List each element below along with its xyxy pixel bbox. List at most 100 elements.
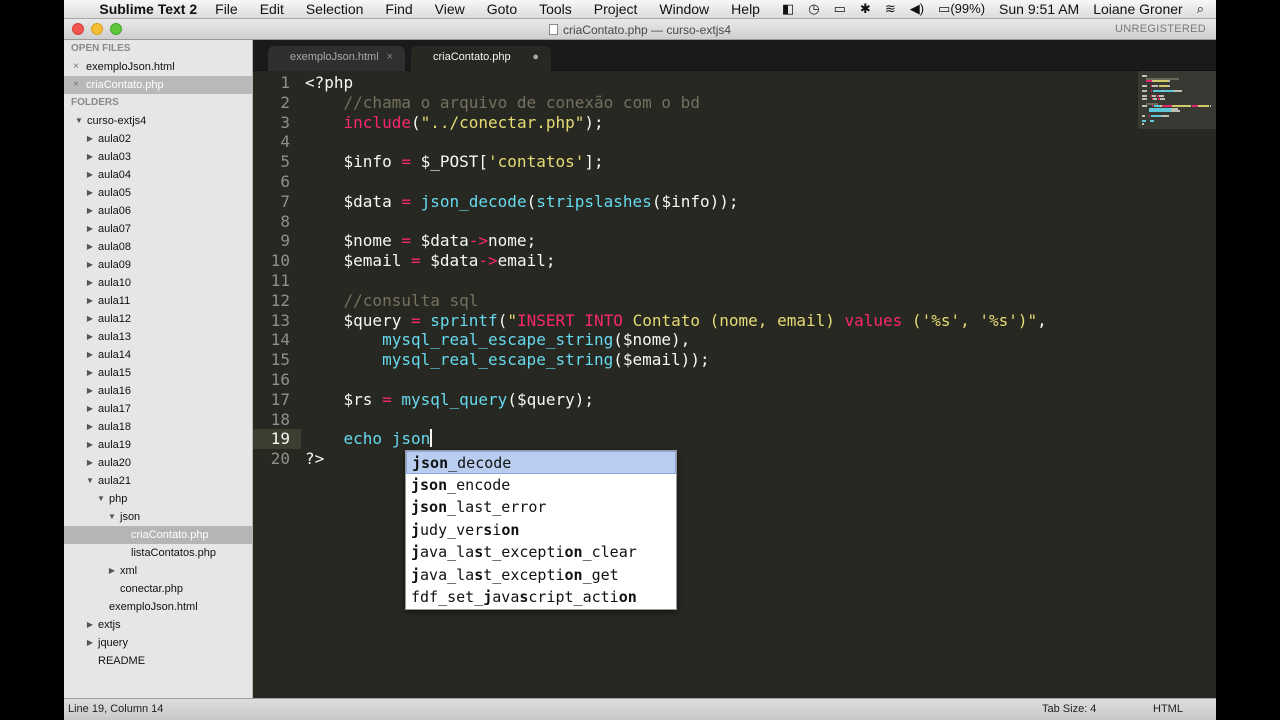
folder-item[interactable]: ▶ aula09	[64, 256, 252, 274]
folder-item[interactable]: ▶ jquery	[64, 634, 252, 652]
minimap[interactable]	[1138, 71, 1216, 129]
folder-item[interactable]: ▶ aula03	[64, 148, 252, 166]
autocomplete-popup[interactable]: json_decode json_encode json_last_error jud…	[405, 450, 677, 610]
autocomplete-item[interactable]: json_decode	[406, 451, 676, 474]
tab-size-selector[interactable]: Tab Size: 4	[1042, 699, 1096, 719]
menu-edit[interactable]: Edit	[260, 1, 284, 17]
folder-item[interactable]: ▶ aula19	[64, 436, 252, 454]
code-line[interactable]: $nome = $data->nome;	[305, 231, 537, 251]
volume-icon[interactable]: ◀)	[910, 1, 924, 17]
menu-project[interactable]: Project	[594, 1, 638, 17]
code-line[interactable]: <?php	[305, 73, 353, 93]
disclosure-closed-icon[interactable]: ▶	[85, 202, 95, 220]
open-file-item[interactable]: × criaContato.php	[64, 76, 252, 94]
unsaved-dot-icon[interactable]: ●	[532, 46, 539, 68]
disclosure-open-icon[interactable]: ▼	[74, 112, 84, 130]
code-line[interactable]: $email = $data->email;	[305, 251, 556, 271]
disclosure-closed-icon[interactable]: ▶	[85, 292, 95, 310]
disclosure-closed-icon[interactable]: ▶	[85, 400, 95, 418]
folder-item[interactable]: ▶ aula07	[64, 220, 252, 238]
folder-item[interactable]: ▶ aula12	[64, 310, 252, 328]
folder-item[interactable]: ▼ json	[64, 508, 252, 526]
folder-item[interactable]: ▶ aula05	[64, 184, 252, 202]
disclosure-closed-icon[interactable]: ▶	[85, 616, 95, 634]
disclosure-closed-icon[interactable]: ▶	[85, 184, 95, 202]
menu-find[interactable]: Find	[385, 1, 412, 17]
code-line[interactable]: ?>	[305, 449, 324, 469]
folder-item[interactable]: ▼ php	[64, 490, 252, 508]
folder-item[interactable]: ▼ aula21	[64, 472, 252, 490]
disclosure-closed-icon[interactable]: ▶	[85, 382, 95, 400]
disclosure-closed-icon[interactable]: ▶	[85, 454, 95, 472]
autocomplete-item[interactable]: fdf_set_javascript_action	[406, 586, 676, 609]
folder-item[interactable]: ▶ aula10	[64, 274, 252, 292]
close-tab-icon[interactable]: ×	[387, 46, 393, 68]
wifi-icon[interactable]: ≋	[885, 1, 896, 17]
folder-item[interactable]: ▶ aula17	[64, 400, 252, 418]
folder-item[interactable]: ▶ aula20	[64, 454, 252, 472]
folder-item[interactable]: ▶ aula14	[64, 346, 252, 364]
disclosure-open-icon[interactable]: ▼	[96, 490, 106, 508]
disclosure-closed-icon[interactable]: ▶	[85, 328, 95, 346]
folder-item[interactable]: ▶ aula13	[64, 328, 252, 346]
folder-item[interactable]: ▶ extjs	[64, 616, 252, 634]
disclosure-closed-icon[interactable]: ▶	[85, 220, 95, 238]
disclosure-closed-icon[interactable]: ▶	[85, 310, 95, 328]
code-line[interactable]: $query = sprintf("INSERT INTO Contato (n…	[305, 311, 1047, 331]
autocomplete-item[interactable]: java_last_exception_clear	[406, 541, 676, 564]
disclosure-closed-icon[interactable]: ▶	[85, 274, 95, 292]
menu-file[interactable]: File	[215, 1, 238, 17]
folder-item[interactable]: ▶ aula04	[64, 166, 252, 184]
autocomplete-item[interactable]: json_encode	[406, 474, 676, 497]
folder-item[interactable]: ▶ aula02	[64, 130, 252, 148]
disclosure-closed-icon[interactable]: ▶	[85, 634, 95, 652]
disclosure-closed-icon[interactable]: ▶	[85, 148, 95, 166]
code-line[interactable]: //chama o arquivo de conexão com o bd	[305, 93, 700, 113]
autocomplete-item[interactable]: java_last_exception_get	[406, 564, 676, 587]
code-line[interactable]: mysql_real_escape_string($email));	[305, 350, 710, 370]
menu-view[interactable]: View	[435, 1, 465, 17]
code-line[interactable]: $rs = mysql_query($query);	[305, 390, 594, 410]
code-editor[interactable]: 1 2 3 4 5 6 7 8 9 10 11 12 13 14 15 16 17 18 19 20 <?php //…	[253, 71, 1216, 698]
disclosure-closed-icon[interactable]: ▶	[85, 418, 95, 436]
disclosure-closed-icon[interactable]: ▶	[107, 562, 117, 580]
battery-icon[interactable]: ▭(99%)	[938, 1, 985, 17]
time-machine-icon[interactable]: ◷	[808, 1, 819, 17]
disclosure-closed-icon[interactable]: ▶	[85, 436, 95, 454]
disclosure-closed-icon[interactable]: ▶	[85, 364, 95, 382]
user-name[interactable]: Loiane Groner	[1093, 1, 1183, 17]
folder-item[interactable]: ▶ aula18	[64, 418, 252, 436]
autocomplete-item[interactable]: json_last_error	[406, 496, 676, 519]
close-file-icon[interactable]: ×	[73, 58, 79, 76]
bluetooth-icon[interactable]: ✱	[860, 1, 871, 17]
open-file-item[interactable]: × exemploJson.html	[64, 58, 252, 76]
disclosure-open-icon[interactable]: ▼	[85, 472, 95, 490]
folder-item[interactable]: ▶ aula06	[64, 202, 252, 220]
code-line[interactable]: mysql_real_escape_string($nome),	[305, 330, 690, 350]
disclosure-closed-icon[interactable]: ▶	[85, 130, 95, 148]
menu-tools[interactable]: Tools	[539, 1, 572, 17]
menu-selection[interactable]: Selection	[306, 1, 364, 17]
disclosure-open-icon[interactable]: ▼	[107, 508, 117, 526]
folder-item[interactable]: ▶ aula08	[64, 238, 252, 256]
disclosure-closed-icon[interactable]: ▶	[85, 346, 95, 364]
code-line[interactable]: $info = $_POST['contatos'];	[305, 152, 604, 172]
menu-goto[interactable]: Goto	[487, 1, 517, 17]
code-line[interactable]: include("../conectar.php");	[305, 113, 604, 133]
file-item[interactable]: README	[64, 652, 252, 670]
autocomplete-item[interactable]: judy_version	[406, 519, 676, 542]
close-file-icon[interactable]: ×	[73, 76, 79, 94]
folder-item[interactable]: ▶ xml	[64, 562, 252, 580]
editor-tab[interactable]: criaContato.php ●	[411, 46, 551, 71]
disclosure-closed-icon[interactable]: ▶	[85, 166, 95, 184]
display-icon[interactable]: ▭	[834, 1, 846, 17]
file-item[interactable]: listaContatos.php	[64, 544, 252, 562]
folder-item[interactable]: ▼ curso-extjs4	[64, 112, 252, 130]
clock[interactable]: Sun 9:51 AM	[999, 1, 1079, 17]
spotlight-search-icon[interactable]: ⌕	[1197, 1, 1204, 17]
file-item[interactable]: exemploJson.html	[64, 598, 252, 616]
disclosure-closed-icon[interactable]: ▶	[85, 238, 95, 256]
menu-help[interactable]: Help	[731, 1, 760, 17]
app-menu[interactable]: Sublime Text 2	[99, 1, 197, 17]
syntax-selector[interactable]: HTML	[1153, 699, 1183, 719]
